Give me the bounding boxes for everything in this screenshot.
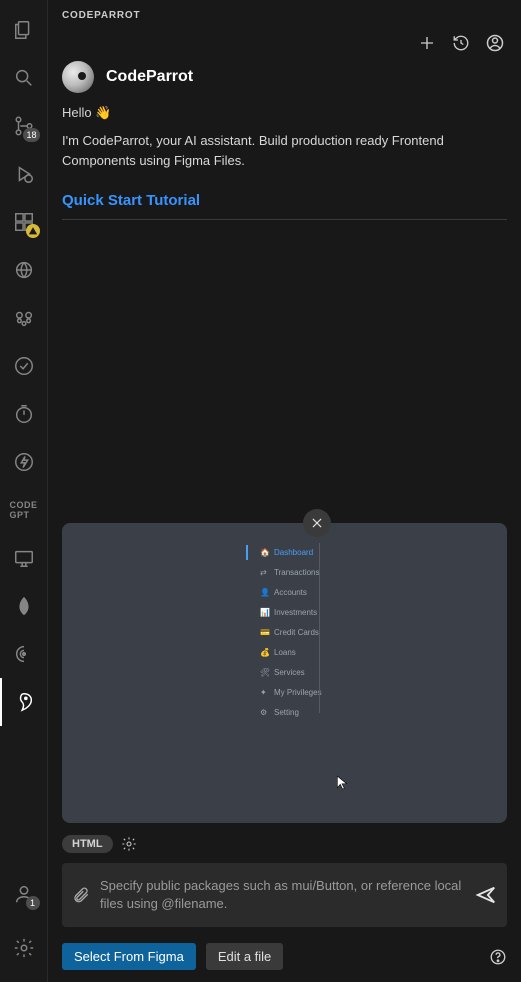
activity-bar-bottom: 1 [0,870,48,982]
bot-name: CodeParrot [106,68,193,86]
panel-title: CODEPARROT [48,0,521,27]
copilot-icon[interactable] [0,294,48,342]
chat-placeholder: Specify public packages such as mui/Butt… [100,877,465,913]
codegpt-text: CODEGPT [9,500,37,520]
history-icon[interactable] [451,33,471,53]
action-buttons: Select From Figma Edit a file [48,937,521,982]
chip-settings-icon[interactable] [121,836,137,852]
preview-divider [319,543,320,713]
activity-bar-top: 18 CODEGPT [0,6,48,870]
edit-file-button[interactable]: Edit a file [206,943,283,970]
description: I'm CodeParrot, your AI assistant. Build… [48,131,521,184]
nav-item-investments[interactable]: 📊Investments [252,605,322,620]
nav-item-loans[interactable]: 💰Loans [252,645,322,660]
bot-avatar [62,61,94,93]
parrot-icon[interactable] [0,678,48,726]
source-control-icon[interactable]: 18 [0,102,48,150]
accounts-icon[interactable]: 1 [0,870,48,918]
nav-item-accounts[interactable]: 👤Accounts [252,585,322,600]
activity-bar: 18 CODEGPT [0,0,48,982]
send-icon[interactable] [475,884,497,906]
testing-check-icon[interactable] [0,342,48,390]
close-preview-icon[interactable] [303,509,331,537]
timer-icon[interactable] [0,390,48,438]
quick-start-link[interactable]: Quick Start Tutorial [62,184,507,220]
preview-nav: 🏠Dashboard ⇄Transactions 👤Accounts 📊Inve… [252,545,322,720]
main-panel: CODEPARROT CodeParrot Hello 👋 I'm CodePa… [48,0,521,982]
nav-item-privileges[interactable]: ✦My Privileges [252,685,322,700]
attach-icon[interactable] [72,886,90,904]
help-icon[interactable] [489,948,507,966]
chip-row: HTML [48,829,521,859]
cursor-icon [335,773,349,791]
mongodb-leaf-icon[interactable] [0,582,48,630]
nav-item-transactions[interactable]: ⇄Transactions [252,565,322,580]
extensions-icon[interactable] [0,198,48,246]
settings-icon[interactable] [0,924,48,972]
scm-badge: 18 [23,128,39,142]
explorer-icon[interactable] [0,6,48,54]
accounts-badge: 1 [26,896,40,910]
header-icons [48,27,521,61]
greeting: Hello 👋 [48,99,521,131]
chat-input[interactable]: Specify public packages such as mui/Butt… [62,863,507,927]
nav-item-dashboard[interactable]: 🏠Dashboard [252,545,322,560]
bolt-icon[interactable] [0,438,48,486]
select-figma-button[interactable]: Select From Figma [62,943,196,970]
figma-preview-wrap: 🏠Dashboard ⇄Transactions 👤Accounts 📊Inve… [62,523,507,823]
new-chat-icon[interactable] [417,33,437,53]
bot-header: CodeParrot [48,61,521,99]
search-icon[interactable] [0,54,48,102]
run-debug-icon[interactable] [0,150,48,198]
nav-item-setting[interactable]: ⚙Setting [252,705,322,720]
figma-preview: 🏠Dashboard ⇄Transactions 👤Accounts 📊Inve… [62,523,507,823]
remote-window-icon[interactable] [0,534,48,582]
codegpt-icon[interactable]: CODEGPT [0,486,48,534]
profile-icon[interactable] [485,33,505,53]
signal-icon[interactable] [0,630,48,678]
language-chip[interactable]: HTML [62,835,113,853]
nav-item-services[interactable]: 🛠Services [252,665,322,680]
remote-explorer-icon[interactable] [0,246,48,294]
ext-warn-badge [26,224,40,238]
nav-item-creditcards[interactable]: 💳Credit Cards [252,625,322,640]
